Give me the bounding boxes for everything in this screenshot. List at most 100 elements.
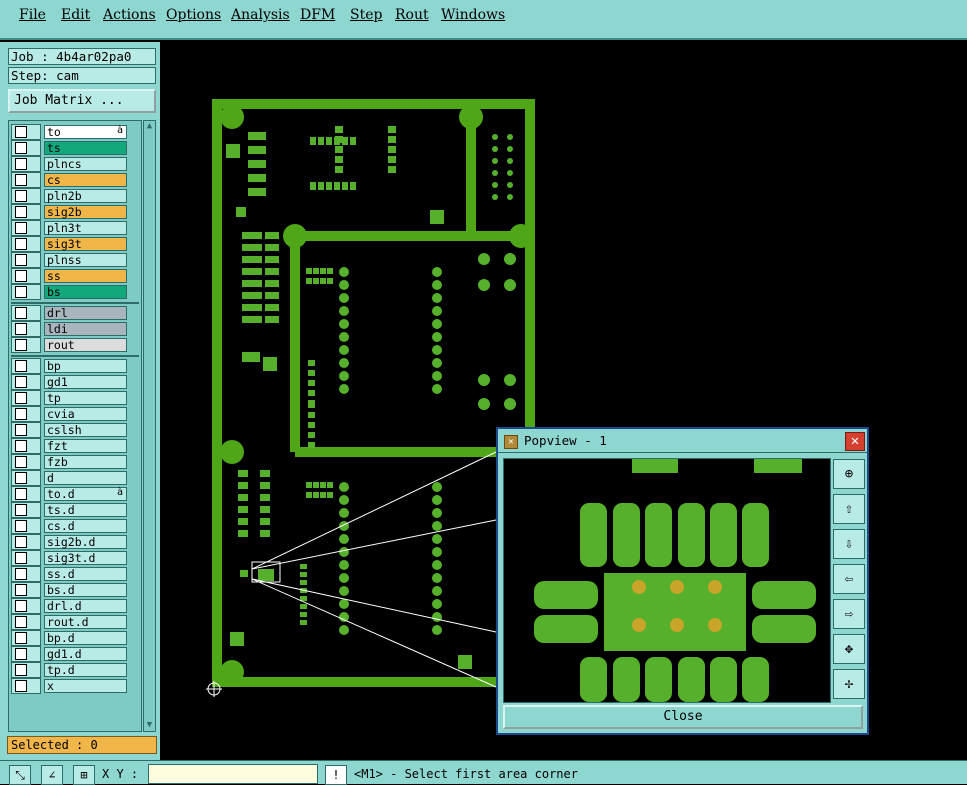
layer-name[interactable]: fzt (44, 439, 127, 453)
layer-checkbox[interactable] (15, 472, 27, 484)
layer-checkbox[interactable] (15, 440, 27, 452)
layer-checkbox[interactable] (15, 222, 27, 234)
layer-checkbox[interactable] (15, 520, 27, 532)
layer-name[interactable]: plncs (44, 157, 127, 171)
layer-name[interactable]: to (44, 125, 127, 139)
layer-list[interactable]: to à ts plncs cs pln2b sig2b pln3t sig3t plnss ss b… (8, 120, 142, 732)
layer-checkbox[interactable] (15, 648, 27, 660)
layer-checkbox[interactable] (15, 552, 27, 564)
pan-up-icon[interactable]: ⇧ (833, 494, 865, 524)
layer-name[interactable]: cvia (44, 407, 127, 421)
layer-checkbox[interactable] (15, 339, 27, 351)
layer-name[interactable]: fzb (44, 455, 127, 469)
menu-step[interactable]: Step (350, 7, 382, 23)
layer-checkbox[interactable] (15, 392, 27, 404)
layer-row[interactable]: x (11, 678, 139, 694)
layer-name[interactable]: sig2b.d (44, 535, 127, 549)
layer-checkbox[interactable] (15, 126, 27, 138)
layer-row[interactable]: fzt (11, 438, 139, 454)
popview-close-icon[interactable]: ✕ (845, 432, 865, 451)
layer-name[interactable]: pln3t (44, 221, 127, 235)
layer-row[interactable]: cslsh (11, 422, 139, 438)
coord-input[interactable] (148, 764, 318, 784)
layer-row[interactable]: gd1 (11, 374, 139, 390)
layer-checkbox[interactable] (15, 616, 27, 628)
layer-checkbox[interactable] (15, 307, 27, 319)
layer-name[interactable]: bs (44, 285, 127, 299)
layer-name[interactable]: ss.d (44, 567, 127, 581)
menu-windows[interactable]: Windows (441, 7, 505, 23)
layer-row[interactable]: cvia (11, 406, 139, 422)
pan-down-icon[interactable]: ⇩ (833, 529, 865, 559)
layer-checkbox[interactable] (15, 456, 27, 468)
scroll-down-icon[interactable]: ▼ (144, 720, 155, 731)
layer-name[interactable]: bp (44, 359, 127, 373)
layer-name[interactable]: rout (44, 338, 127, 352)
layer-row[interactable]: rout.d (11, 614, 139, 630)
layer-row[interactable]: pln3t (11, 220, 139, 236)
layer-name[interactable]: ss (44, 269, 127, 283)
layer-row[interactable]: cs.d (11, 518, 139, 534)
popview-close-button[interactable]: Close (503, 705, 863, 729)
layer-checkbox[interactable] (15, 286, 27, 298)
layer-checkbox[interactable] (15, 254, 27, 266)
layer-name[interactable]: gd1.d (44, 647, 127, 661)
zoom-out-icon[interactable]: ✢ (833, 669, 865, 699)
menu-edit[interactable]: Edit (61, 7, 90, 23)
zoom-fit-icon[interactable]: ✥ (833, 634, 865, 664)
layer-name[interactable]: x (44, 679, 127, 693)
layer-name[interactable]: ts (44, 141, 127, 155)
snap-grid-icon[interactable]: ⊞ (73, 765, 95, 785)
layer-checkbox[interactable] (15, 142, 27, 154)
job-matrix-button[interactable]: Job Matrix ... (8, 89, 156, 113)
menu-dfm[interactable]: DFM (300, 7, 335, 23)
menu-options[interactable]: Options (166, 7, 221, 23)
popview-window[interactable]: ✕ Popview - 1 ✕ ⊕ ⇧ ⇩ ⇦ ⇨ ✥ ✢ Close (496, 427, 869, 735)
layer-row[interactable]: d (11, 470, 139, 486)
layer-checkbox[interactable] (15, 632, 27, 644)
layer-checkbox[interactable] (15, 584, 27, 596)
layer-row[interactable]: plnss (11, 252, 139, 268)
scroll-up-icon[interactable]: ▲ (144, 121, 155, 132)
layer-checkbox[interactable] (15, 680, 27, 692)
layer-row[interactable]: ss (11, 268, 139, 284)
layer-name[interactable]: cslsh (44, 423, 127, 437)
layer-name[interactable]: bp.d (44, 631, 127, 645)
layer-row[interactable]: bp.d (11, 630, 139, 646)
layer-name[interactable]: drl (44, 306, 127, 320)
popview-canvas[interactable] (503, 458, 831, 703)
layer-row[interactable]: rout (11, 337, 139, 353)
layer-name[interactable]: ldi (44, 322, 127, 336)
layer-name[interactable]: cs.d (44, 519, 127, 533)
layer-row[interactable]: tp.d (11, 662, 139, 678)
layer-checkbox[interactable] (15, 424, 27, 436)
layer-name[interactable]: rout.d (44, 615, 127, 629)
layer-row[interactable]: ts.d (11, 502, 139, 518)
popview-titlebar[interactable]: ✕ Popview - 1 ✕ (498, 429, 867, 453)
layer-row[interactable]: sig2b.d (11, 534, 139, 550)
pan-right-icon[interactable]: ⇨ (833, 599, 865, 629)
layer-checkbox[interactable] (15, 408, 27, 420)
layer-row[interactable]: fzb (11, 454, 139, 470)
layer-row[interactable]: drl (11, 305, 139, 321)
layer-checkbox[interactable] (15, 376, 27, 388)
layer-name[interactable]: gd1 (44, 375, 127, 389)
layer-row[interactable]: ts (11, 140, 139, 156)
layer-row[interactable]: drl.d (11, 598, 139, 614)
layer-row[interactable]: sig3t.d (11, 550, 139, 566)
menu-analysis[interactable]: Analysis (231, 7, 290, 23)
layer-name[interactable]: ts.d (44, 503, 127, 517)
layer-name[interactable]: bs.d (44, 583, 127, 597)
layer-name[interactable]: tp.d (44, 663, 127, 677)
layer-row[interactable]: to.d à (11, 486, 139, 502)
layer-checkbox[interactable] (15, 174, 27, 186)
layer-checkbox[interactable] (15, 158, 27, 170)
menu-actions[interactable]: Actions (103, 7, 156, 23)
layer-checkbox[interactable] (15, 488, 27, 500)
layer-name[interactable]: drl.d (44, 599, 127, 613)
menu-rout[interactable]: Rout (395, 7, 429, 23)
layer-name[interactable]: to.d (44, 487, 127, 501)
layer-name[interactable]: tp (44, 391, 127, 405)
layer-row[interactable]: sig3t (11, 236, 139, 252)
layer-checkbox[interactable] (15, 270, 27, 282)
